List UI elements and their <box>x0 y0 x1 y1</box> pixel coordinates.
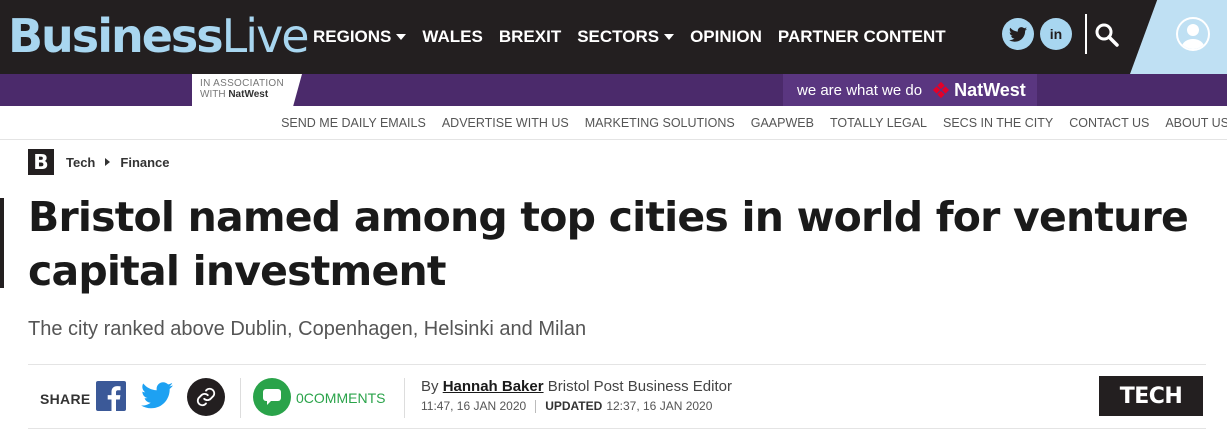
author-role: Bristol Post Business Editor <box>547 378 732 395</box>
breadcrumb-item-finance[interactable]: Finance <box>120 155 169 170</box>
user-account-icon[interactable] <box>1176 17 1210 51</box>
share-bar-bottom-rule <box>28 428 1206 429</box>
twitter-share-icon[interactable] <box>141 382 173 410</box>
updated-time: 12:37, 16 JAN 2020 <box>606 399 713 413</box>
byline: By Hannah Baker Bristol Post Business Ed… <box>421 378 732 395</box>
natwest-logo-icon <box>932 81 950 99</box>
utility-link-about-us[interactable]: ABOUT US <box>1165 116 1227 130</box>
nav-item-label: PARTNER CONTENT <box>777 27 946 46</box>
businesslive-logo[interactable]: BusinessLive <box>8 6 310 66</box>
search-icon[interactable] <box>1094 22 1120 48</box>
updated-label: UPDATED <box>545 399 603 413</box>
utility-link-contact-us[interactable]: CONTACT US <box>1069 116 1149 130</box>
article-dates: 11:47, 16 JAN 2020 UPDATED 12:37, 16 JAN… <box>421 399 712 413</box>
sponsor-tagline: we are what we do <box>797 81 923 99</box>
logo-live: Live <box>221 9 310 63</box>
byline-separator <box>404 378 405 418</box>
utility-link-totally-legal[interactable]: TOTALLY LEGAL <box>830 116 927 130</box>
sponsor-strip <box>0 74 1227 106</box>
nav-item-label: OPINION <box>690 27 762 46</box>
caret-down-icon <box>396 34 407 40</box>
facebook-icon[interactable] <box>96 381 126 411</box>
comments-link[interactable]: 0COMMENTS <box>296 390 385 406</box>
breadcrumb: B Tech Finance <box>28 149 170 175</box>
sponsor-brand-name: NatWest <box>954 79 1026 100</box>
nav-item-label: BREXIT <box>498 27 562 46</box>
utility-link-daily-emails[interactable]: SEND ME DAILY EMAILS <box>281 116 426 130</box>
nav-item-label: WALES <box>422 27 483 46</box>
utility-links: SEND ME DAILY EMAILS ADVERTISE WITH US M… <box>265 116 1227 130</box>
comments-label: COMMENTS <box>303 390 386 406</box>
caret-down-icon <box>664 34 675 40</box>
nav-item-label: SECTORS <box>577 27 660 46</box>
logo-business: Business <box>8 9 224 63</box>
article-standfirst: The city ranked above Dublin, Copenhagen… <box>28 318 587 340</box>
utility-bar: SEND ME DAILY EMAILS ADVERTISE WITH US M… <box>0 106 1227 140</box>
author-link[interactable]: Hannah Baker <box>443 378 544 395</box>
nav-divider <box>1085 14 1087 54</box>
natwest-sponsor-banner[interactable]: we are what we do NatWest <box>783 74 1037 106</box>
comments-count: 0 <box>296 390 304 406</box>
copy-link-icon[interactable] <box>187 378 225 416</box>
association-line-2: WITH NatWest <box>200 89 302 101</box>
breadcrumb-item-tech[interactable]: Tech <box>66 155 95 170</box>
main-nav: REGIONS WALES BREXIT SECTORS OPINION PAR… <box>313 0 962 74</box>
twitter-icon[interactable] <box>1002 18 1034 50</box>
linkedin-glyph: in <box>1049 26 1063 42</box>
breadcrumb-chevron-icon <box>105 158 111 166</box>
nav-item-opinion[interactable]: OPINION <box>690 27 762 47</box>
utility-link-secs-in-the-city[interactable]: SECS IN THE CITY <box>943 116 1053 130</box>
utility-link-gaapweb[interactable]: GAAPWEB <box>751 116 814 130</box>
association-line-1: IN ASSOCIATION <box>200 78 285 89</box>
article-headline: Bristol named among top cities in world … <box>28 193 1189 295</box>
association-prefix: WITH <box>200 89 229 100</box>
section-tag[interactable]: TECH <box>1099 376 1203 416</box>
share-bar-top-rule <box>28 364 1206 365</box>
linkedin-icon[interactable]: in <box>1040 18 1072 50</box>
comments-icon[interactable] <box>253 378 291 416</box>
headline-accent-bar <box>0 198 4 288</box>
share-label: SHARE <box>40 391 91 407</box>
byline-prefix: By <box>421 378 439 395</box>
date-separator <box>535 399 537 413</box>
nav-item-regions[interactable]: REGIONS <box>313 27 407 47</box>
association-badge: IN ASSOCIATION WITH NatWest <box>192 74 302 106</box>
nav-item-partner-content[interactable]: PARTNER CONTENT <box>778 27 946 47</box>
association-brand: NatWest <box>228 89 269 100</box>
utility-link-advertise[interactable]: ADVERTISE WITH US <box>442 116 569 130</box>
nav-item-wales[interactable]: WALES <box>422 27 482 47</box>
share-separator <box>240 378 241 418</box>
published-time: 11:47, 16 JAN 2020 <box>421 399 527 413</box>
utility-link-marketing-solutions[interactable]: MARKETING SOLUTIONS <box>585 116 735 130</box>
brand-mark[interactable]: B <box>28 149 54 175</box>
nav-item-brexit[interactable]: BREXIT <box>499 27 561 47</box>
nav-item-label: REGIONS <box>313 27 392 46</box>
nav-item-sectors[interactable]: SECTORS <box>577 27 675 47</box>
